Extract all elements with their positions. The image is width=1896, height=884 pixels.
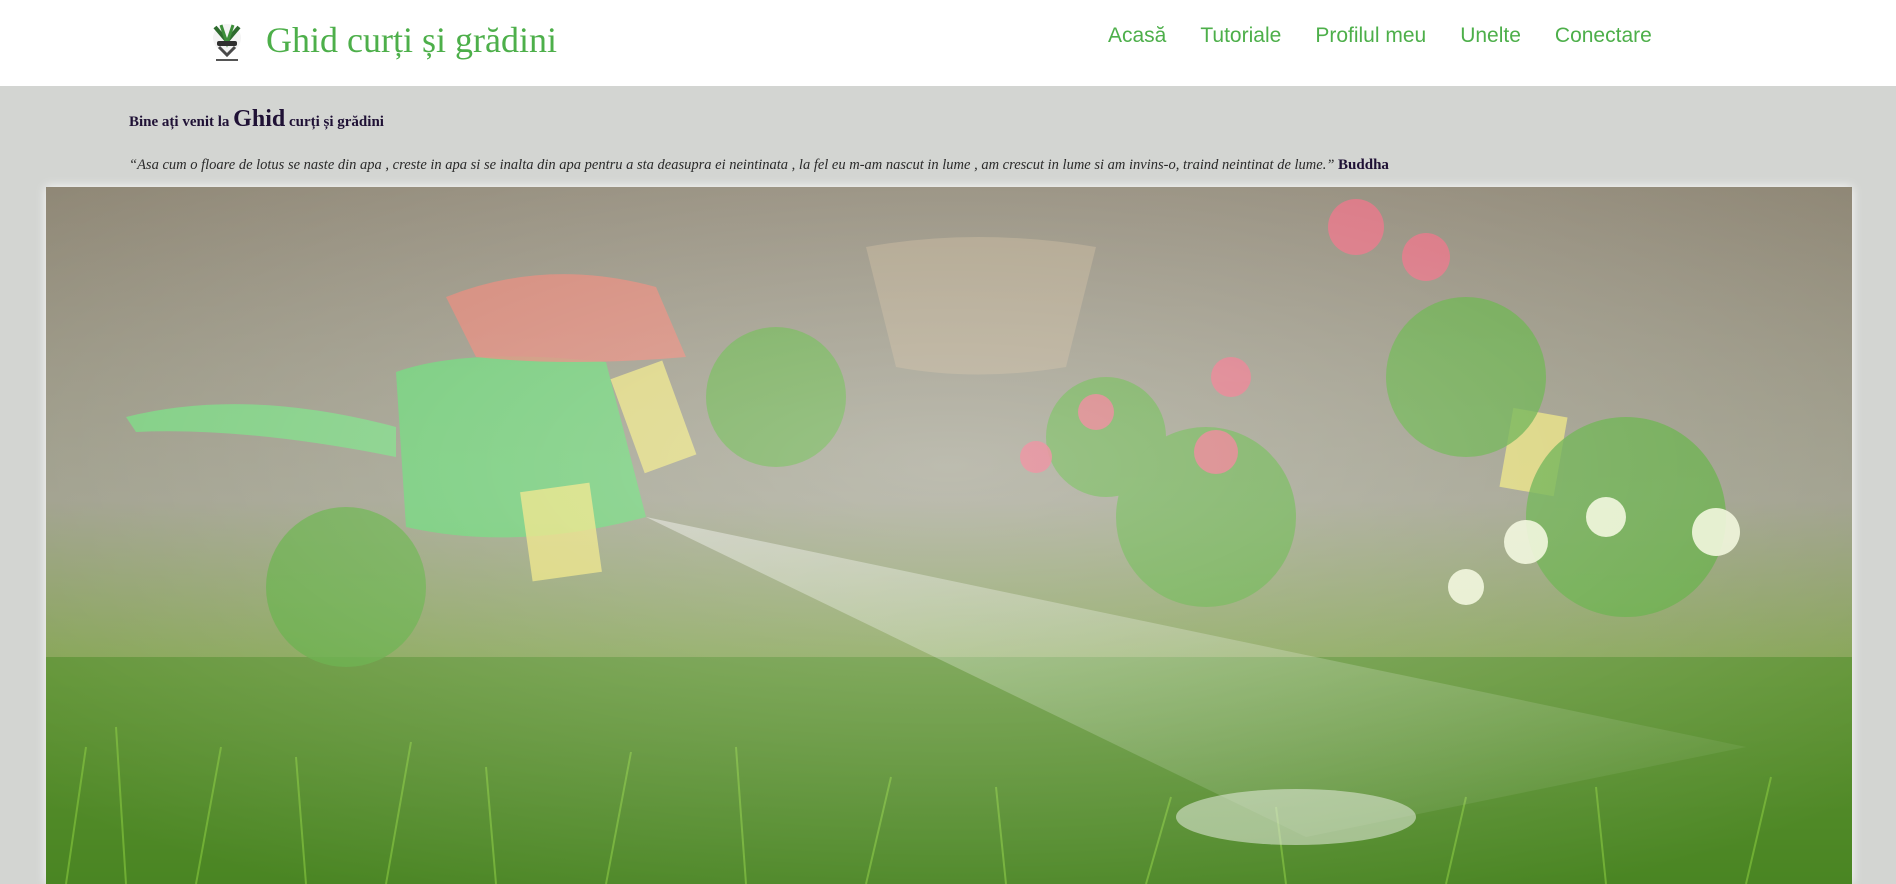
nav-item-profilul-meu[interactable]: Profilul meu [1315,22,1426,50]
nav-item-conectare[interactable]: Conectare [1555,22,1652,50]
quote: “Asa cum o floare de lotus se naste din … [129,157,1389,174]
welcome-suffix: curți și grădini [288,114,384,130]
welcome-heading: Bine ați venit la Ghid curți și grădini [129,106,384,133]
garden-tools-logo-icon[interactable] [207,21,247,65]
welcome-prefix: Bine ați venit la [129,114,230,130]
welcome-big: Ghid [233,106,286,132]
nav-item-acasa[interactable]: Acasă [1108,22,1166,50]
quote-author: Buddha [1338,157,1389,173]
garden-hero-image [46,187,1852,884]
quote-text: “Asa cum o floare de lotus se naste din … [129,157,1335,173]
nav-item-tutoriale[interactable]: Tutoriale [1200,22,1281,50]
main-nav: Acasă Tutoriale Profilul meu Unelte Cone… [1108,22,1686,50]
nav-item-unelte[interactable]: Unelte [1460,22,1521,50]
site-header: Ghid curți și grădini Acasă Tutoriale Pr… [0,0,1896,86]
site-title[interactable]: Ghid curți și grădini [266,18,557,62]
